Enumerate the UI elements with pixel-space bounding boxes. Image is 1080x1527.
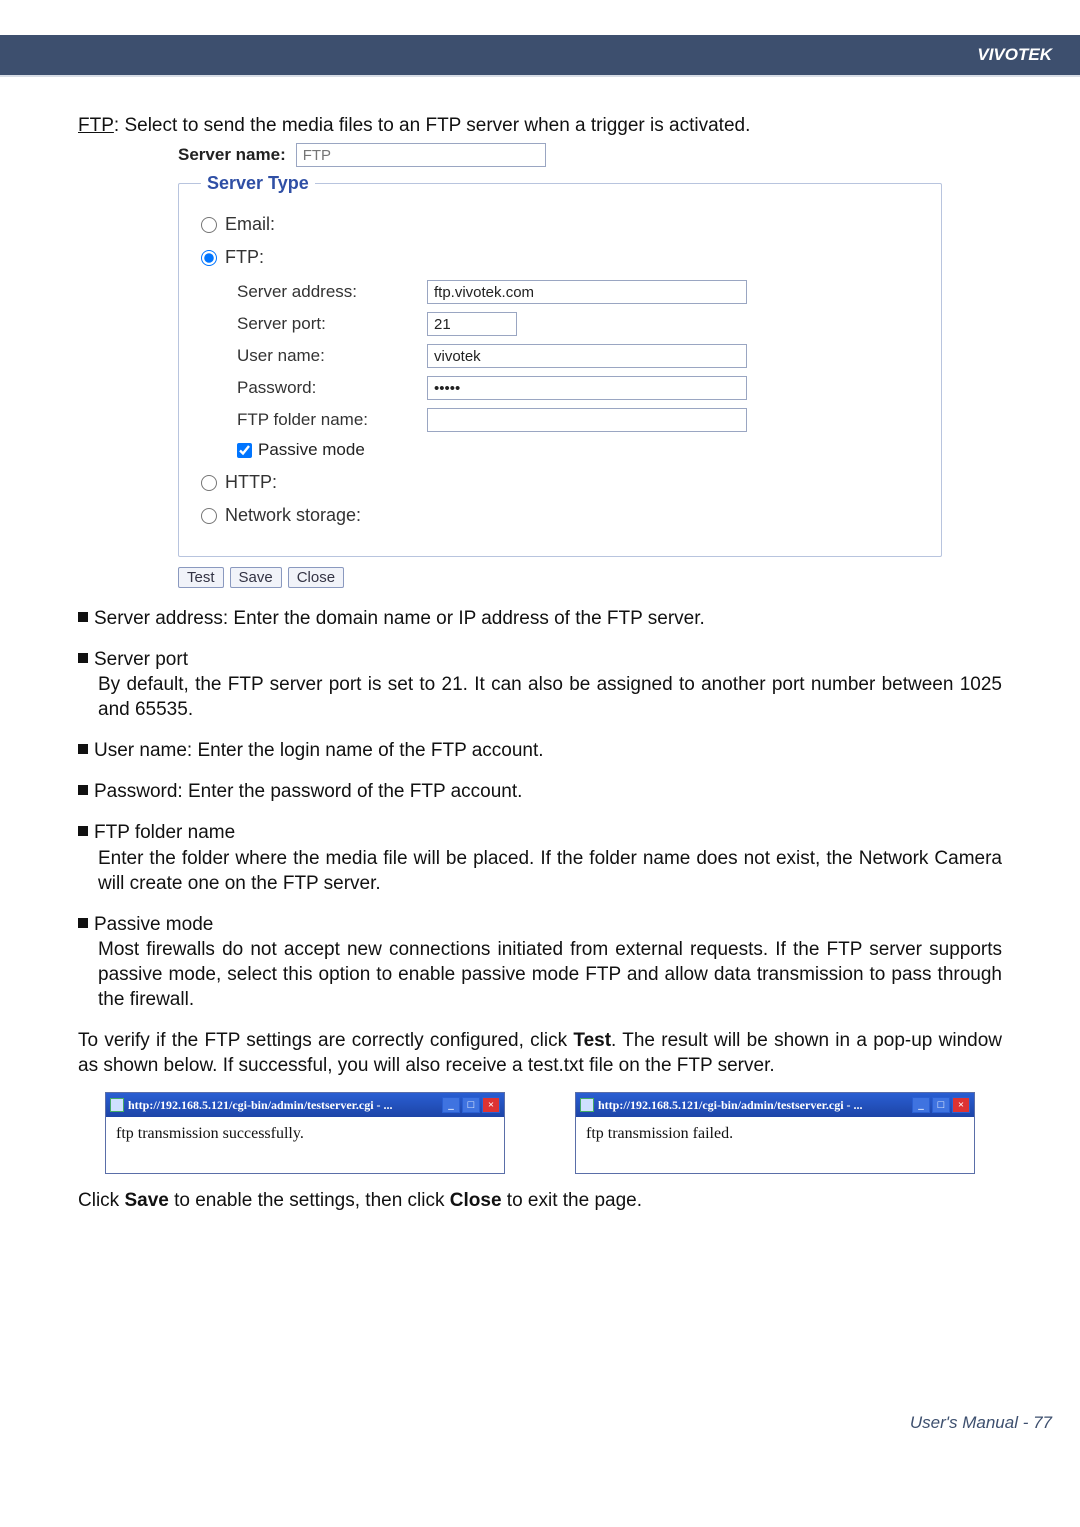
server-name-input[interactable]	[296, 143, 546, 167]
bullet-server-address: Server address: Enter the domain name or…	[94, 608, 705, 629]
bullet-password: Password: Enter the password of the FTP …	[94, 781, 522, 802]
close-button[interactable]: Close	[288, 567, 344, 588]
bullet-icon	[78, 653, 88, 663]
radio-ns-label: Network storage:	[225, 505, 361, 526]
server-name-label: Server name:	[178, 145, 286, 165]
user-name-input[interactable]	[427, 344, 747, 368]
radio-http[interactable]	[201, 475, 217, 491]
maximize-icon[interactable]: □	[932, 1097, 950, 1113]
ftp-folder-input[interactable]	[427, 408, 747, 432]
password-input[interactable]	[427, 376, 747, 400]
bullet-folder-title: FTP folder name	[94, 822, 235, 843]
passive-mode-label: Passive mode	[258, 440, 365, 460]
bullet-icon	[78, 612, 88, 622]
ie-icon	[110, 1098, 124, 1112]
close-icon[interactable]: ×	[952, 1097, 970, 1113]
popup-success: http://192.168.5.121/cgi-bin/admin/tests…	[105, 1092, 505, 1174]
password-label: Password:	[237, 378, 427, 398]
brand-text: VIVOTEK	[977, 45, 1052, 65]
popup-failed: http://192.168.5.121/cgi-bin/admin/tests…	[575, 1092, 975, 1174]
server-address-label: Server address:	[237, 282, 427, 302]
header-divider	[0, 75, 1080, 77]
server-port-input[interactable]	[427, 312, 517, 336]
bullet-icon	[78, 744, 88, 754]
server-type-fieldset: Server Type Email: FTP: Server address: …	[178, 173, 942, 557]
minimize-icon[interactable]: _	[912, 1097, 930, 1113]
page-header: VIVOTEK	[0, 35, 1080, 75]
bullet-icon	[78, 918, 88, 928]
bullet-passive-title: Passive mode	[94, 914, 213, 935]
screenshot-form-area: Server name: Server Type Email: FTP: Ser…	[178, 143, 942, 588]
radio-ftp[interactable]	[201, 250, 217, 266]
test-bold: Test	[573, 1030, 611, 1051]
radio-email[interactable]	[201, 217, 217, 233]
close-icon[interactable]: ×	[482, 1097, 500, 1113]
footer-text: User's Manual - 77	[910, 1413, 1052, 1432]
server-address-input[interactable]	[427, 280, 747, 304]
save-button[interactable]: Save	[230, 567, 282, 588]
closing-paragraph: Click Save to enable the settings, then …	[78, 1188, 1002, 1213]
user-name-label: User name:	[237, 346, 427, 366]
intro-prefix: FTP	[78, 115, 114, 136]
bullet-passive-body: Most firewalls do not accept new connect…	[98, 937, 1002, 1012]
radio-ftp-label: FTP:	[225, 247, 264, 268]
popup-title: http://192.168.5.121/cgi-bin/admin/tests…	[598, 1098, 908, 1113]
maximize-icon[interactable]: □	[462, 1097, 480, 1113]
description-list: Server address: Enter the domain name or…	[78, 606, 1002, 1012]
popup-success-body: ftp transmission successfully.	[106, 1117, 504, 1173]
ie-icon	[580, 1098, 594, 1112]
save-bold: Save	[124, 1190, 168, 1211]
minimize-icon[interactable]: _	[442, 1097, 460, 1113]
radio-email-label: Email:	[225, 214, 275, 235]
bullet-icon	[78, 826, 88, 836]
bullet-user-name: User name: Enter the login name of the F…	[94, 740, 544, 761]
verify-paragraph: To verify if the FTP settings are correc…	[78, 1028, 1002, 1078]
passive-mode-checkbox[interactable]	[237, 443, 252, 458]
intro-paragraph: FTP: Select to send the media files to a…	[78, 115, 1002, 137]
bullet-icon	[78, 785, 88, 795]
bullet-folder-body: Enter the folder where the media file wi…	[98, 846, 1002, 896]
page-footer: User's Manual - 77	[0, 1413, 1080, 1453]
popup-failed-body: ftp transmission failed.	[576, 1117, 974, 1173]
bullet-server-port-title: Server port	[94, 649, 188, 670]
test-button[interactable]: Test	[178, 567, 224, 588]
server-port-label: Server port:	[237, 314, 427, 334]
intro-text: : Select to send the media files to an F…	[114, 115, 750, 136]
close-bold: Close	[450, 1190, 502, 1211]
ftp-settings-block: Server address: Server port: User name: …	[237, 280, 919, 460]
radio-http-label: HTTP:	[225, 472, 277, 493]
bullet-server-port-body: By default, the FTP server port is set t…	[98, 672, 1002, 722]
server-type-legend: Server Type	[201, 173, 315, 194]
radio-network-storage[interactable]	[201, 508, 217, 524]
popup-title: http://192.168.5.121/cgi-bin/admin/tests…	[128, 1098, 438, 1113]
ftp-folder-label: FTP folder name:	[237, 410, 427, 430]
